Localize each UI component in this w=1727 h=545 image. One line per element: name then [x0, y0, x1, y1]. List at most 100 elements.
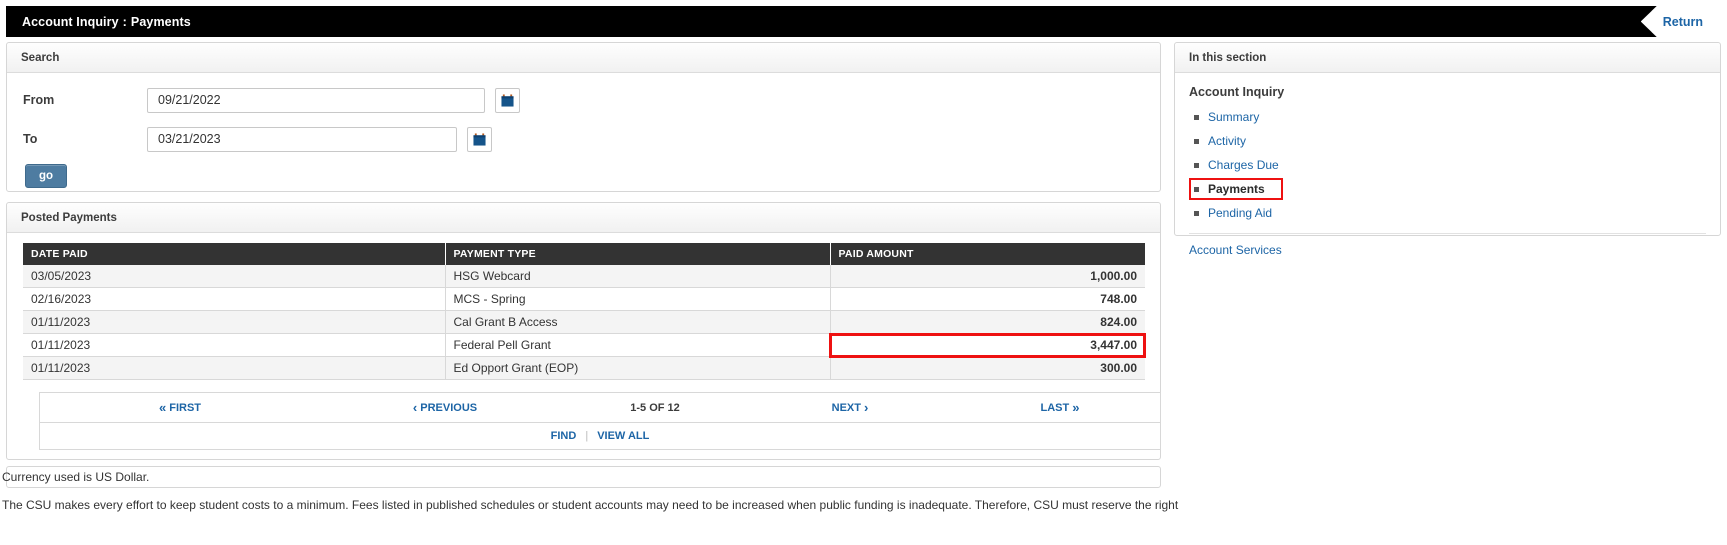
sidebar-item-pending-aid[interactable]: Pending Aid	[1175, 201, 1720, 225]
table-row: 01/11/2023 Ed Opport Grant (EOP) 300.00	[23, 356, 1145, 380]
page-root: Account Inquiry: Payments Return Search F…	[0, 0, 1727, 545]
sidebar-item-activity[interactable]: Activity	[1175, 129, 1720, 153]
calendar-icon	[473, 132, 486, 146]
to-label: To	[23, 132, 38, 146]
cell-date-paid: 02/16/2023	[23, 287, 446, 311]
table-row: 01/11/2023 Federal Pell Grant 3,447.00	[23, 332, 1146, 358]
breadcrumb-separator: :	[122, 14, 127, 29]
bullet-icon	[1194, 138, 1199, 144]
breadcrumb-parent: Account Inquiry	[22, 14, 119, 29]
posted-payments-panel: Posted Payments DATE PAID PAYMENT TYPE P…	[6, 202, 1161, 460]
table-row: 02/16/2023 MCS - Spring 748.00	[23, 287, 1145, 311]
pagination-first-label: FIRST	[169, 401, 202, 414]
find-viewall-bar: FIND | VIEW ALL	[39, 422, 1161, 450]
sidebar-item-payments-inner: Payments	[1189, 178, 1283, 200]
from-calendar-button[interactable]	[495, 87, 520, 113]
footer-text: Currency used is US Dollar. The CSU make…	[2, 468, 1722, 515]
footer-currency-note: Currency used is US Dollar.	[2, 470, 150, 484]
sidebar-item-summary-inner: Summary	[1191, 108, 1275, 126]
posted-payments-title: Posted Payments	[7, 203, 1160, 233]
return-button[interactable]: Return	[1640, 6, 1721, 37]
sidebar-item-summary[interactable]: Summary	[1175, 105, 1720, 129]
chevron-left-icon: ‹	[412, 400, 418, 415]
cell-paid-amount-highlighted: 3,447.00	[829, 332, 1146, 358]
pagination-next-label: NEXT	[831, 401, 861, 414]
calendar-icon	[501, 93, 514, 107]
pagination-first[interactable]: « FIRST	[40, 400, 320, 415]
cell-payment-type: HSG Webcard	[445, 265, 831, 288]
pagination-next[interactable]: NEXT ›	[740, 400, 960, 415]
cell-paid-amount: 300.00	[830, 356, 1145, 380]
sidebar-item-charges-due[interactable]: Charges Due	[1175, 153, 1720, 177]
return-button-label: Return	[1662, 14, 1703, 29]
to-date-input[interactable]: 03/21/2023	[147, 126, 457, 152]
divider: |	[585, 430, 589, 442]
cell-payment-type: Federal Pell Grant	[445, 333, 831, 357]
return-button-wrap: Return	[1640, 6, 1721, 37]
sidebar-item-label: Charges Due	[1208, 158, 1279, 172]
sidebar-group-title: Account Inquiry	[1189, 85, 1285, 99]
cell-paid-amount: 748.00	[830, 287, 1145, 311]
cell-date-paid: 01/11/2023	[23, 333, 446, 357]
chevron-right-icon: ›	[864, 400, 869, 415]
from-label: From	[23, 93, 55, 107]
pagination-last-label: LAST	[1040, 401, 1070, 414]
pagination-bar: « FIRST ‹ PREVIOUS 1-5 OF 12 NEXT › LAST…	[39, 392, 1161, 422]
cell-payment-type: Ed Opport Grant (EOP)	[445, 356, 831, 380]
view-all-link[interactable]: VIEW ALL	[597, 430, 649, 442]
search-panel-body: From 09/21/2022 To 03/21/2023 go	[7, 73, 1160, 188]
find-link[interactable]: FIND	[551, 430, 577, 442]
in-this-section-title: In this section	[1175, 43, 1720, 73]
sidebar-item-charges-due-inner: Charges Due	[1191, 156, 1295, 174]
double-chevron-right-icon: »	[1072, 400, 1080, 415]
to-calendar-button[interactable]	[467, 126, 492, 152]
pagination-last[interactable]: LAST »	[960, 400, 1160, 415]
cell-date-paid: 01/11/2023	[23, 310, 446, 334]
bullet-icon	[1194, 162, 1199, 168]
bullet-icon	[1194, 210, 1199, 216]
sidebar-item-activity-inner: Activity	[1191, 132, 1262, 150]
table-row: 03/05/2023 HSG Webcard 1,000.00	[23, 265, 1145, 288]
go-button-label: go	[38, 170, 54, 182]
in-this-section-body: Account Inquiry Summary Activity Charges…	[1175, 73, 1720, 269]
cell-date-paid: 01/11/2023	[23, 356, 446, 380]
bullet-icon	[1194, 114, 1199, 120]
column-header-payment-type[interactable]: PAYMENT TYPE	[445, 243, 831, 265]
posted-payments-table-wrap: DATE PAID PAYMENT TYPE PAID AMOUNT 03/05…	[7, 233, 1161, 450]
top-header-bar: Account Inquiry: Payments Return	[6, 6, 1721, 37]
bullet-icon	[1194, 186, 1199, 192]
sidebar-item-payments[interactable]: Payments	[1175, 177, 1720, 201]
cell-paid-amount: 824.00	[830, 310, 1145, 334]
cell-payment-type: Cal Grant B Access	[445, 310, 831, 334]
from-date-value: 09/21/2022	[158, 93, 221, 107]
double-chevron-left-icon: «	[158, 400, 167, 415]
cell-payment-type: MCS - Spring	[445, 287, 831, 311]
column-header-paid-amount[interactable]: PAID AMOUNT	[830, 243, 1145, 265]
from-date-input[interactable]: 09/21/2022	[147, 87, 485, 113]
sidebar-item-label: Activity	[1208, 134, 1247, 148]
sidebar-item-label: Summary	[1208, 110, 1260, 124]
pagination-count: 1-5 OF 12	[630, 401, 680, 414]
sidebar-item-label: Payments	[1208, 182, 1265, 196]
table-row: 01/11/2023 Cal Grant B Access 824.00	[23, 310, 1145, 334]
pagination-previous[interactable]: ‹ PREVIOUS	[320, 400, 570, 415]
breadcrumb-current: Payments	[130, 14, 191, 29]
search-panel: Search From 09/21/2022 To 03/21/2023 go	[6, 42, 1161, 192]
sidebar-item-label: Pending Aid	[1208, 206, 1273, 220]
sidebar-item-account-services[interactable]: Account Services	[1175, 234, 1720, 259]
to-date-value: 03/21/2023	[158, 132, 221, 146]
payments-table-body: 03/05/2023 HSG Webcard 1,000.00 02/16/20…	[23, 265, 1146, 380]
to-field-row: To 03/21/2023	[7, 122, 1160, 156]
pagination-previous-label: PREVIOUS	[420, 401, 478, 414]
table-header-row: DATE PAID PAYMENT TYPE PAID AMOUNT	[23, 243, 1145, 265]
from-field-row: From 09/21/2022	[7, 83, 1160, 117]
footer-disclaimer: The CSU makes every effort to keep stude…	[2, 498, 1179, 512]
sidebar-item-pending-aid-inner: Pending Aid	[1191, 204, 1288, 222]
go-button[interactable]: go	[25, 164, 67, 188]
breadcrumb: Account Inquiry: Payments	[6, 15, 191, 29]
column-header-date-paid[interactable]: DATE PAID	[23, 243, 446, 265]
in-this-section-panel: In this section Account Inquiry Summary …	[1174, 42, 1721, 257]
cell-paid-amount: 1,000.00	[830, 265, 1145, 288]
search-panel-title: Search	[7, 43, 1160, 73]
cell-date-paid: 03/05/2023	[23, 265, 446, 288]
